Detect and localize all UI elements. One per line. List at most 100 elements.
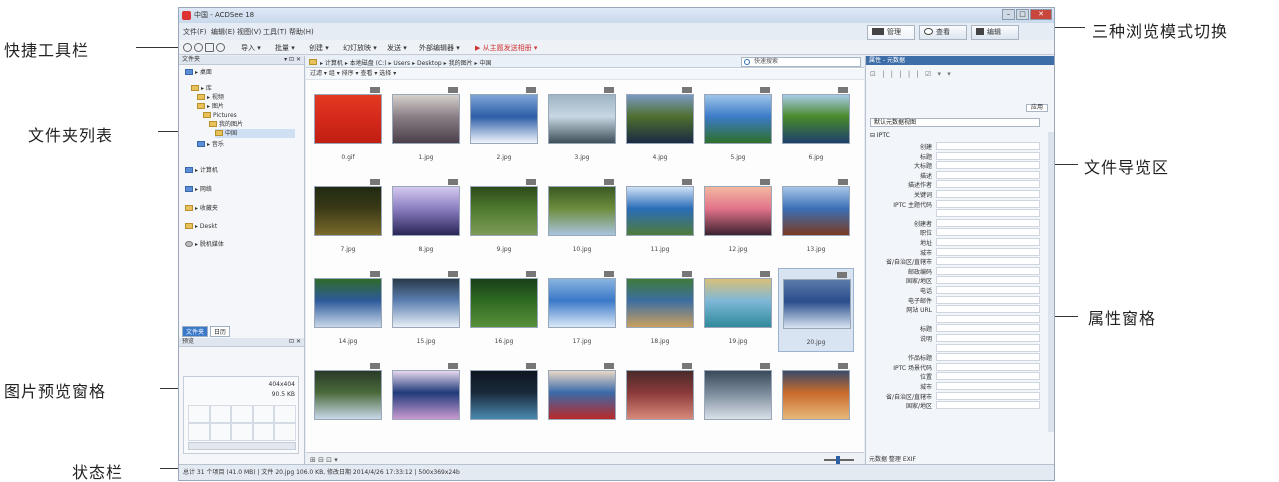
metadata-view-dropdown[interactable]: 默认元数据视图 — [870, 118, 1040, 127]
thumbnail-item[interactable]: 3.jpg — [544, 84, 620, 168]
property-field[interactable] — [936, 151, 1040, 160]
quick-search-input[interactable]: 快速搜索 — [741, 57, 861, 67]
property-field[interactable] — [936, 382, 1040, 390]
thumbnail-image[interactable] — [626, 370, 694, 420]
tab-calendar[interactable]: 日历 — [210, 326, 231, 337]
property-field[interactable] — [936, 276, 1040, 285]
folder-my-pictures[interactable]: 我的图片 — [209, 120, 243, 129]
thumbnail-item[interactable]: 8.jpg — [388, 176, 464, 260]
close-button[interactable]: ✕ — [1030, 9, 1052, 20]
folder-desktop[interactable]: ▸ 桌面 — [185, 68, 212, 77]
thumbnail-item[interactable]: 2.jpg — [466, 84, 542, 168]
thumbnail-image[interactable] — [704, 278, 772, 328]
thumbnail-item[interactable]: 9.jpg — [466, 176, 542, 260]
folder-favorites[interactable]: ▸ 收藏夹 — [185, 204, 218, 213]
thumbnail-item[interactable]: 17.jpg — [544, 268, 620, 352]
thumbnail-item[interactable]: 18.jpg — [622, 268, 698, 352]
folder-offline-media[interactable]: ▸ 脱机媒体 — [185, 240, 224, 249]
folder-pictures[interactable]: ▸ 图片 — [197, 102, 224, 111]
thumbnail-image[interactable] — [314, 94, 382, 144]
thumbnail-item[interactable] — [388, 360, 464, 444]
property-field[interactable] — [936, 238, 1040, 246]
breadcrumb[interactable]: ▸ 计算机 ▸ 本地磁盘 (C:) ▸ Users ▸ Desktop ▸ 我的… — [320, 58, 491, 67]
thumbnail-image[interactable] — [392, 370, 460, 420]
preview-expand-button[interactable] — [188, 442, 296, 450]
property-field[interactable] — [936, 209, 1040, 218]
thumbnail-image[interactable] — [314, 278, 382, 328]
apply-button[interactable]: 应用 — [1026, 104, 1048, 112]
thumbnail-image[interactable] — [782, 186, 850, 236]
thumbnail-image[interactable] — [470, 370, 538, 420]
thumbnail-image[interactable] — [392, 278, 460, 328]
forward-icon[interactable] — [194, 43, 203, 52]
thumbnail-image[interactable] — [314, 186, 382, 236]
minimize-button[interactable]: – — [1002, 9, 1015, 20]
folder-music[interactable]: ▸ 音乐 — [197, 140, 224, 149]
thumbnail-item[interactable]: 20.jpg — [778, 268, 854, 352]
filter-bar[interactable]: 过滤 ▾ 组 ▾ 排序 ▾ 查看 ▾ 选择 ▾ — [306, 69, 864, 80]
menu-tools[interactable]: 工具(T) — [263, 27, 287, 37]
property-field[interactable] — [936, 228, 1040, 237]
property-field[interactable] — [936, 372, 1040, 381]
refresh-icon[interactable] — [216, 43, 225, 52]
iptc-section[interactable]: ⊟ IPTC — [870, 132, 890, 139]
thumbnail-image[interactable] — [704, 370, 772, 420]
thumbnail-image[interactable] — [548, 186, 616, 236]
property-field[interactable] — [936, 142, 1040, 150]
zoom-knob[interactable] — [836, 456, 840, 464]
thumbnail-image[interactable] — [470, 186, 538, 236]
folder-china[interactable]: 中国 — [215, 129, 295, 138]
thumbnail-item[interactable]: 1.jpg — [388, 84, 464, 168]
properties-tools[interactable]: ⊡ | | | | | ☑ ▾ ▾ — [870, 70, 953, 78]
slideshow-button[interactable]: 幻灯放映 ▾ — [343, 43, 377, 53]
thumbnail-item[interactable]: 11.jpg — [622, 176, 698, 260]
thumbnail-image[interactable] — [470, 94, 538, 144]
thumbnail-item[interactable]: 10.jpg — [544, 176, 620, 260]
property-field[interactable] — [936, 266, 1040, 275]
thumbnail-image[interactable] — [392, 186, 460, 236]
thumbnail-item[interactable] — [622, 360, 698, 444]
thumbnail-image[interactable] — [782, 94, 850, 144]
property-field[interactable] — [936, 286, 1040, 294]
thumbnail-item[interactable]: 7.jpg — [310, 176, 386, 260]
thumbnail-image[interactable] — [704, 186, 772, 236]
folder-desktop-shortcut[interactable]: ▸ Deskt — [185, 222, 217, 231]
maximize-button[interactable]: □ — [1016, 9, 1029, 20]
view-toggle-icons[interactable]: ⊞ ⊟ ⊡ ▾ — [310, 456, 338, 464]
mode-tab-edit[interactable]: 编辑 — [971, 25, 1019, 40]
thumbnail-image[interactable] — [704, 94, 772, 144]
property-field[interactable] — [936, 391, 1040, 400]
thumbnail-item[interactable] — [544, 360, 620, 444]
pin-icon[interactable]: ⊡ ✕ — [289, 338, 301, 346]
properties-tabs[interactable]: 元数据 整理 EXIF — [869, 454, 916, 463]
thumbnail-image[interactable] — [548, 94, 616, 144]
thumbnail-item[interactable]: 16.jpg — [466, 268, 542, 352]
menu-file[interactable]: 文件(F) — [183, 27, 207, 37]
property-field[interactable] — [936, 324, 1040, 333]
thumbnail-item[interactable] — [310, 360, 386, 444]
zoom-slider[interactable] — [824, 456, 854, 464]
folder-library[interactable]: ▸ 库 — [191, 84, 212, 93]
folder-video[interactable]: ▸ 视频 — [197, 93, 224, 102]
import-button[interactable]: 导入 ▾ — [241, 43, 261, 53]
property-field[interactable] — [936, 199, 1040, 208]
menu-view[interactable]: 视图(V) — [237, 27, 261, 37]
thumbnail-item[interactable] — [466, 360, 542, 444]
property-field[interactable] — [936, 353, 1040, 362]
mode-tab-view[interactable]: 查看 — [919, 25, 967, 40]
property-field[interactable] — [936, 295, 1040, 304]
folder-network[interactable]: ▸ 网络 — [185, 185, 212, 194]
folder-computer[interactable]: ▸ 计算机 — [185, 166, 218, 175]
property-field[interactable] — [936, 343, 1040, 352]
external-editor-button[interactable]: 外部编辑器 ▾ — [419, 43, 460, 53]
thumbnail-item[interactable]: 0.gif — [310, 84, 386, 168]
send-album-button[interactable]: ▶ 从主题发送相册 ▾ — [475, 43, 537, 53]
back-icon[interactable] — [183, 43, 192, 52]
up-icon[interactable] — [205, 43, 214, 52]
mode-tab-manage[interactable]: 管理 — [867, 25, 915, 40]
properties-scrollbar[interactable] — [1048, 132, 1054, 432]
property-field[interactable] — [936, 334, 1040, 342]
thumbnail-item[interactable]: 5.jpg — [700, 84, 776, 168]
thumbnail-image[interactable] — [392, 94, 460, 144]
thumbnail-item[interactable]: 12.jpg — [700, 176, 776, 260]
